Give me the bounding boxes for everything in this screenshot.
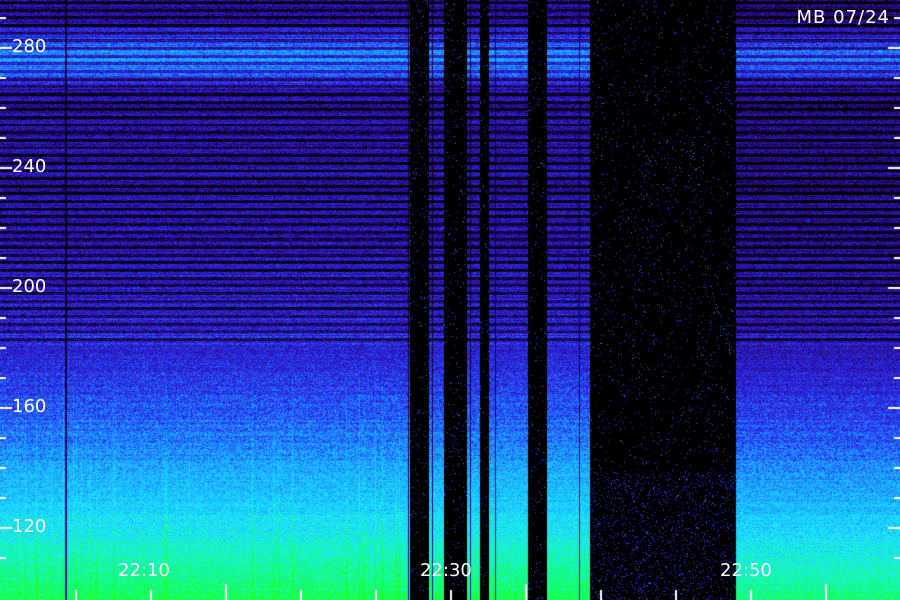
x-tick-label-2230: 22:30 [420, 560, 472, 581]
y-tick-label-240: 240 [12, 156, 47, 177]
x-tick-label-2210: 22:10 [118, 560, 170, 581]
y-tick-label-280: 280 [12, 36, 47, 57]
station-date-label: MB 07/24 [796, 7, 890, 28]
y-tick-label-160: 160 [12, 396, 47, 417]
x-tick-label-2250: 22:50 [720, 560, 772, 581]
spectrogram-view: MB 07/24 280 240 200 160 120 22:10 22:30… [0, 0, 900, 600]
spectrogram-canvas [0, 0, 900, 600]
y-tick-label-120: 120 [12, 516, 47, 537]
y-tick-label-200: 200 [12, 276, 47, 297]
